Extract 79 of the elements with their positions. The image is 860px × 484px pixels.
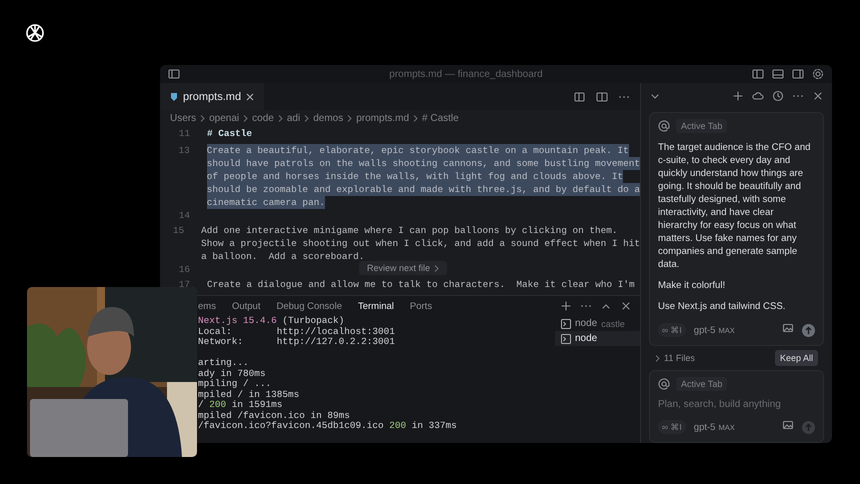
terminal-line: mpiled / in 1385ms xyxy=(198,390,300,400)
logo-icon xyxy=(24,22,46,44)
line-number: 16 xyxy=(178,263,191,277)
code-line: a balloon. Add a scoreboard. xyxy=(201,250,364,263)
breadcrumb-item[interactable]: openai xyxy=(209,112,240,124)
mode-selector[interactable]: ∞ ⌘I xyxy=(658,420,686,434)
markdown-file-icon xyxy=(170,92,178,102)
panel-tab[interactable]: Debug Console xyxy=(276,300,342,312)
history-icon[interactable] xyxy=(772,90,784,102)
breadcrumb-item[interactable]: # Castle xyxy=(422,112,459,124)
sidebar-icon[interactable] xyxy=(792,68,804,80)
chevron-right-icon xyxy=(434,264,440,272)
close-icon[interactable] xyxy=(246,92,254,100)
message-text: Make it colorful! xyxy=(658,279,726,292)
terminal-line: /favicon.ico?favicon.45db1c09.ico 200 in 337ms xyxy=(198,421,457,432)
mention-icon[interactable] xyxy=(658,120,670,132)
breadcrumb-item[interactable]: Users xyxy=(170,112,196,124)
terminal-line: arting... xyxy=(198,358,249,368)
line-number: 17 xyxy=(178,278,191,291)
terminal-line: ady in 780ms xyxy=(198,368,266,379)
code-line: Show a projectile shooting out when I click, and add a sound effect when I hit xyxy=(201,237,640,250)
context-chip[interactable]: Active Tab xyxy=(676,119,728,133)
chat-input-field[interactable]: Plan, search, build anything xyxy=(658,399,815,410)
image-icon[interactable] xyxy=(782,419,794,431)
cloud-icon[interactable] xyxy=(752,90,764,102)
image-icon[interactable] xyxy=(782,322,794,334)
chevron-right-icon xyxy=(278,114,283,122)
breadcrumb-item[interactable]: prompts.md xyxy=(356,112,410,124)
close-icon[interactable] xyxy=(812,90,824,102)
send-button[interactable] xyxy=(802,324,815,336)
terminal-line: mpiling / ... xyxy=(198,379,272,390)
mention-icon[interactable] xyxy=(658,378,670,390)
breadcrumb-item[interactable]: demos xyxy=(313,112,344,124)
panel-tab[interactable]: ems xyxy=(198,300,216,312)
window-title: prompts.md — finance_dashboard xyxy=(388,68,544,80)
panel-tab[interactable]: Ports xyxy=(410,300,432,312)
terminal-session[interactable]: node castle xyxy=(555,316,640,331)
terminal-session[interactable]: node xyxy=(555,331,640,346)
split-editor-icon[interactable] xyxy=(596,90,608,102)
panel-tab[interactable]: Terminal xyxy=(358,300,394,312)
chevron-right-icon xyxy=(413,114,418,122)
terminal-line: / 200 in 1591ms xyxy=(198,400,282,410)
terminal-icon xyxy=(561,334,571,344)
editor-tab[interactable]: prompts.md xyxy=(160,83,264,110)
files-summary[interactable]: 11 Files xyxy=(664,353,695,363)
line-number: 15 xyxy=(172,224,186,238)
code-line: Create a dialogue and allow me to talk to characters. Make it clear who I'm xyxy=(207,278,635,291)
terminal-line: Next.js 15.4.6 (Turbopack) xyxy=(198,316,344,326)
line-number: 14 xyxy=(178,209,191,223)
code-heading: # Castle xyxy=(207,127,252,140)
review-next-file-button[interactable]: Review next file xyxy=(359,261,448,275)
terminal-icon xyxy=(561,318,571,328)
chevron-right-icon xyxy=(200,114,206,122)
layout-icon[interactable] xyxy=(752,68,764,80)
breadcrumb-item[interactable]: code xyxy=(252,112,274,124)
chevron-right-icon xyxy=(243,114,248,122)
breadcrumb-item[interactable]: adi xyxy=(286,112,300,124)
context-chip[interactable]: Active Tab xyxy=(676,377,728,391)
panel-tab[interactable]: Output xyxy=(232,300,260,312)
keep-all-button[interactable]: Keep All xyxy=(774,350,818,366)
preview-icon[interactable] xyxy=(574,90,586,102)
code-line: Add one interactive minigame where I can pop balloons by clicking on them. xyxy=(201,224,618,237)
terminal-line: Local: http://localhost:3001 xyxy=(198,326,395,337)
terminal-line: mpiled /favicon.ico in 89ms xyxy=(198,410,350,421)
chevron-right-icon xyxy=(655,354,660,362)
message-text: Use Next.js and tailwind CSS. xyxy=(658,300,786,313)
close-icon[interactable] xyxy=(620,300,632,312)
terminal-line: Network: http://127.0.2.2:3001 xyxy=(198,337,395,348)
sidebar-toggle-icon[interactable] xyxy=(168,68,180,80)
line-number: 13 xyxy=(178,144,191,158)
mode-selector[interactable]: ∞ ⌘I xyxy=(658,323,686,337)
chevron-right-icon xyxy=(304,114,310,122)
chevron-right-icon xyxy=(347,114,352,122)
new-chat-icon[interactable] xyxy=(732,90,744,102)
line-number: 11 xyxy=(178,127,191,140)
message-text: The target audience is the CFO and c-suite, to check every day and quickly understand how things are going. It should be beautifully and tastefully designed, with some interactivity, and have clear hierarchy for easy focus on what matters. Use fake names for any companies and generate sample data. xyxy=(658,141,812,271)
settings-icon[interactable] xyxy=(812,68,824,80)
panel-icon[interactable] xyxy=(772,68,784,80)
add-terminal-icon[interactable] xyxy=(560,300,572,312)
